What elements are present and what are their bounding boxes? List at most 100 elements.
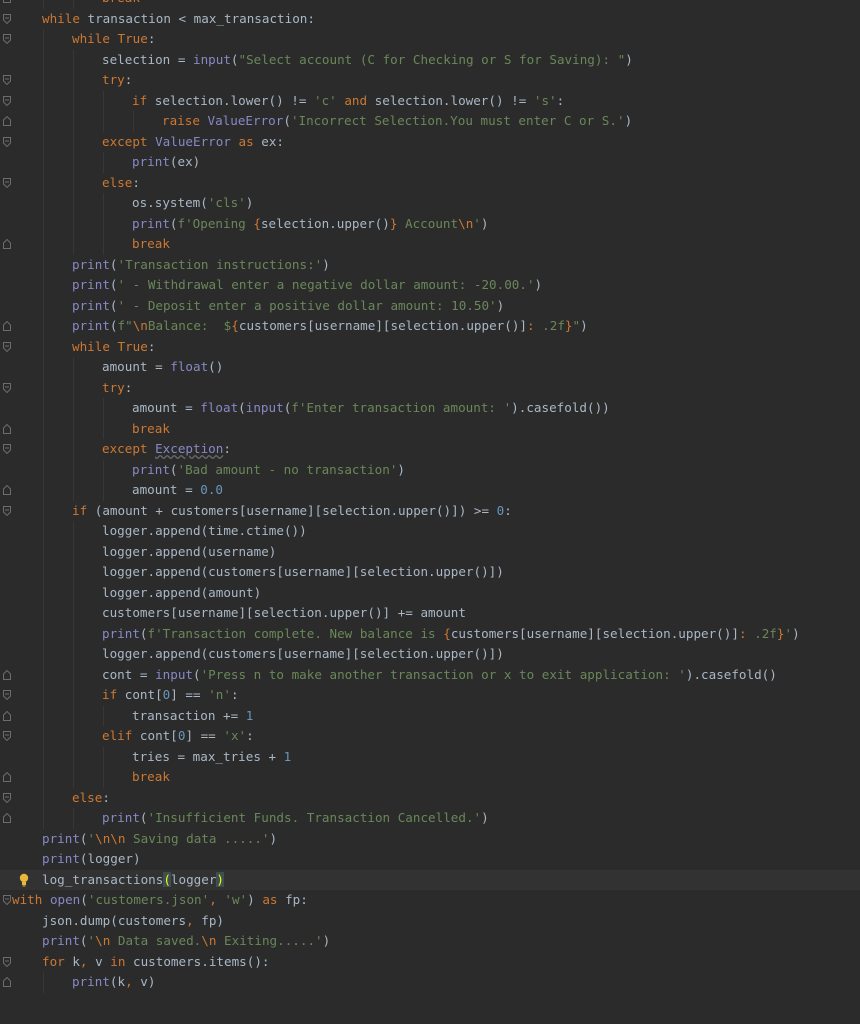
fold-marker-icon[interactable]: [3, 690, 11, 700]
code-line[interactable]: except Exception:: [0, 439, 860, 460]
code-line[interactable]: while transaction < max_transaction:: [0, 9, 860, 30]
code-line[interactable]: print(f'Transaction complete. New balanc…: [0, 623, 860, 644]
code-line[interactable]: elif cont[0] == 'x':: [0, 726, 860, 747]
fold-marker-icon[interactable]: [3, 75, 11, 85]
code-line[interactable]: for k, v in customers.items():: [0, 952, 860, 973]
fold-marker-icon[interactable]: [3, 423, 11, 434]
code-line[interactable]: cont = input('Press n to make another tr…: [0, 664, 860, 685]
code-line[interactable]: while True:: [0, 29, 860, 50]
fold-marker-icon[interactable]: [3, 116, 11, 126]
code-line[interactable]: amount = float(): [0, 357, 860, 378]
code-text: amount = float(input(f'Enter transaction…: [132, 400, 610, 415]
code-line[interactable]: tries = max_tries + 1: [0, 746, 860, 767]
indent-guide: [43, 480, 44, 501]
code-editor[interactable]: breakwhile transaction < max_transaction…: [0, 0, 860, 1024]
indent-guide: [43, 49, 44, 70]
indent-guide: [43, 562, 44, 583]
code-line[interactable]: customers[username][selection.upper()] +…: [0, 603, 860, 624]
code-line[interactable]: logger.append(amount): [0, 582, 860, 603]
code-line[interactable]: break: [0, 767, 860, 788]
fold-marker-icon[interactable]: [3, 34, 11, 44]
code-line[interactable]: print(k, v): [0, 972, 860, 993]
indent-guide: [43, 213, 44, 234]
code-line[interactable]: amount = 0.0: [0, 480, 860, 501]
fold-marker-icon[interactable]: [3, 505, 11, 516]
code-text: raise ValueError('Incorrect Selection.Yo…: [162, 113, 633, 128]
code-line[interactable]: if (amount + customers[username][selecti…: [0, 500, 860, 521]
code-line[interactable]: print(f'Opening {selection.upper()} Acco…: [0, 213, 860, 234]
fold-marker-icon[interactable]: [3, 485, 11, 495]
fold-marker-icon[interactable]: [3, 95, 11, 106]
code-line[interactable]: try:: [0, 377, 860, 398]
indent-guide: [73, 623, 74, 644]
code-line[interactable]: print('Bad amount - no transaction'): [0, 459, 860, 480]
code-line[interactable]: print(ex): [0, 152, 860, 173]
fold-marker-icon[interactable]: [3, 13, 11, 24]
code-line[interactable]: try:: [0, 70, 860, 91]
code-line[interactable]: print(' - Withdrawal enter a negative do…: [0, 275, 860, 296]
fold-marker-icon[interactable]: [3, 177, 11, 188]
code-line[interactable]: print('Insufficient Funds. Transaction C…: [0, 808, 860, 829]
code-text: print('\n\n Saving data .....'): [42, 830, 278, 846]
code-line[interactable]: with open('customers.json', 'w') as fp:: [0, 890, 860, 911]
fold-marker-icon[interactable]: [3, 444, 11, 454]
fold-marker-icon[interactable]: [3, 341, 11, 352]
code-line[interactable]: break: [0, 234, 860, 255]
code-line[interactable]: print(' - Deposit enter a positive dolla…: [0, 295, 860, 316]
code-line[interactable]: print(logger): [0, 849, 860, 870]
fold-marker-icon[interactable]: [3, 239, 11, 249]
code-line[interactable]: os.system('cls'): [0, 193, 860, 214]
code-line[interactable]: print('\n\n Saving data .....'): [0, 829, 860, 850]
indent-guide: [73, 705, 74, 726]
code-line[interactable]: print('Transaction instructions:'): [0, 254, 860, 275]
fold-marker-icon[interactable]: [3, 136, 11, 147]
indent-guide: [103, 90, 104, 111]
code-line[interactable]: break: [0, 418, 860, 439]
code-line[interactable]: break: [0, 0, 860, 9]
indent-guide: [73, 131, 74, 152]
fold-marker-icon[interactable]: [3, 772, 11, 782]
indent-guide: [103, 705, 104, 726]
fold-marker-icon[interactable]: [3, 895, 11, 905]
code-line[interactable]: logger.append(time.ctime()): [0, 521, 860, 542]
code-line[interactable]: except ValueError as ex:: [0, 131, 860, 152]
code-text: amount = float(): [102, 359, 224, 374]
code-line[interactable]: log_transactions(logger): [0, 869, 860, 890]
code-line[interactable]: print(f"\nBalance: ${customers[username]…: [0, 316, 860, 337]
fold-marker-icon[interactable]: [3, 710, 11, 721]
code-line[interactable]: if selection.lower() != 'c' and selectio…: [0, 90, 860, 111]
indent-guide: [43, 0, 44, 9]
code-line[interactable]: selection = input("Select account (C for…: [0, 49, 860, 70]
fold-marker-icon[interactable]: [3, 813, 11, 823]
fold-marker-icon[interactable]: [3, 669, 11, 680]
indent-guide: [73, 664, 74, 685]
code-line[interactable]: print('\n Data saved.\n Exiting.....'): [0, 931, 860, 952]
fold-marker-icon[interactable]: [3, 0, 11, 3]
fold-marker-icon[interactable]: [3, 956, 11, 967]
fold-marker-icon[interactable]: [3, 382, 11, 393]
fold-marker-icon[interactable]: [3, 731, 11, 741]
fold-marker-icon[interactable]: [3, 977, 11, 987]
code-text: except Exception:: [102, 441, 231, 456]
lightbulb-icon[interactable]: [19, 873, 29, 887]
fold-marker-icon[interactable]: [3, 792, 11, 803]
code-line[interactable]: else:: [0, 172, 860, 193]
code-text: print(' - Withdrawal enter a negative do…: [72, 277, 543, 292]
code-line[interactable]: if cont[0] == 'n':: [0, 685, 860, 706]
code-line[interactable]: transaction += 1: [0, 705, 860, 726]
code-line[interactable]: logger.append(username): [0, 541, 860, 562]
code-line[interactable]: logger.append(customers[username][select…: [0, 644, 860, 665]
code-line[interactable]: raise ValueError('Incorrect Selection.Yo…: [0, 111, 860, 132]
indent-guide: [73, 746, 74, 767]
code-line[interactable]: logger.append(customers[username][select…: [0, 562, 860, 583]
indent-guide: [73, 480, 74, 501]
code-text: print(ex): [132, 154, 201, 169]
code-line[interactable]: else:: [0, 787, 860, 808]
code-line[interactable]: amount = float(input(f'Enter transaction…: [0, 398, 860, 419]
code-line[interactable]: json.dump(customers, fp): [0, 911, 860, 932]
code-text: print(f'Opening {selection.upper()} Acco…: [132, 215, 489, 231]
fold-marker-icon[interactable]: [3, 321, 11, 331]
code-text: break: [132, 420, 170, 436]
indent-guide: [43, 459, 44, 480]
code-line[interactable]: while True:: [0, 336, 860, 357]
